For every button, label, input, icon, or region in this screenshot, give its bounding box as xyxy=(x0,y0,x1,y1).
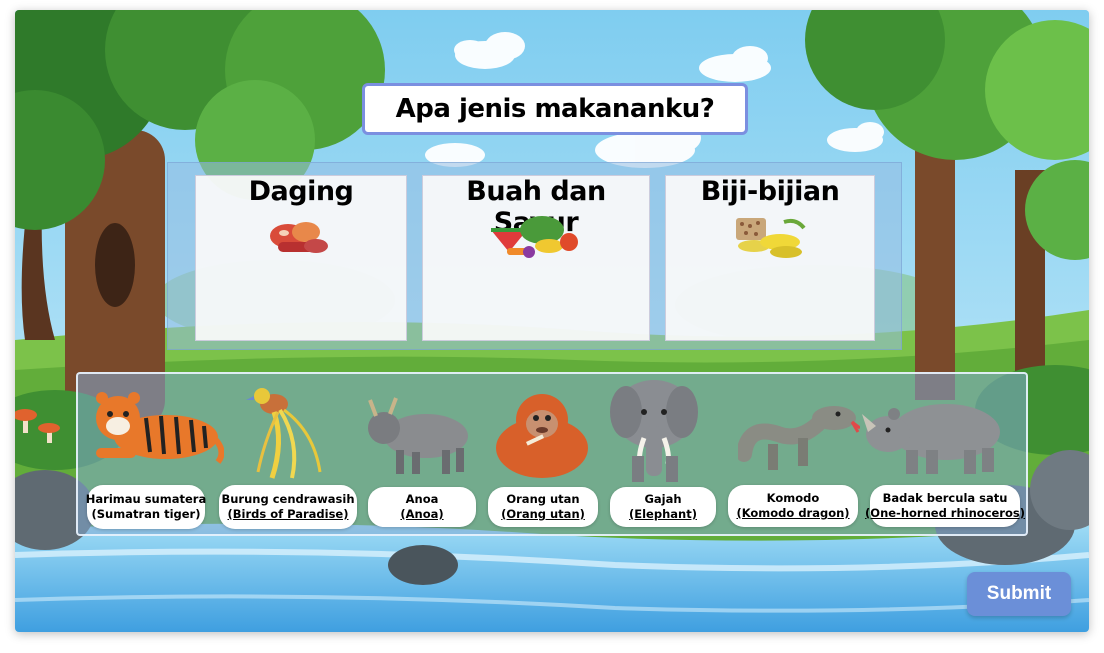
animal-label-komodo[interactable]: Komodo (Komodo dragon) xyxy=(728,485,858,527)
drop-zone-buah-dan-sayur[interactable]: Buah dan Sayur xyxy=(422,175,650,341)
animal-english-name: (Sumatran tiger) xyxy=(91,507,201,521)
category-panel: Daging Buah dan Sayur xyxy=(167,162,902,350)
animal-label-orang-utan[interactable]: Orang utan (Orang utan) xyxy=(488,487,598,527)
game-frame: Apa jenis makananku? Daging Buah dan Say… xyxy=(15,10,1089,632)
fruits-vegetables-icon xyxy=(491,216,578,258)
question-title: Apa jenis makananku? xyxy=(395,94,715,124)
orangutan-icon[interactable] xyxy=(490,390,594,480)
animal-english-name: (Elephant) xyxy=(629,507,697,521)
animal-label-anoa[interactable]: Anoa (Anoa) xyxy=(368,487,476,527)
drop-zone-biji-bijian[interactable]: Biji-bijian xyxy=(665,175,875,341)
animal-label-burung-cendrawasih[interactable]: Burung cendrawasih (Birds of Paradise) xyxy=(219,485,357,529)
animal-name: Burung cendrawasih xyxy=(221,492,355,506)
grains-icon xyxy=(736,218,806,258)
komodo-icon[interactable] xyxy=(738,394,860,480)
animal-label-harimau-sumatera[interactable]: Harimau sumatera (Sumatran tiger) xyxy=(85,485,207,529)
animal-english-name: (One-horned rhinoceros) xyxy=(865,506,1025,520)
animal-english-name: (Birds of Paradise) xyxy=(227,507,349,521)
question-title-box: Apa jenis makananku? xyxy=(362,83,748,135)
animal-name: Badak bercula satu xyxy=(882,491,1008,505)
animal-english-name: (Komodo dragon) xyxy=(736,506,850,520)
animal-english-name: (Anoa) xyxy=(400,507,444,521)
category-label-daging: Daging xyxy=(248,176,354,207)
anoa-icon[interactable] xyxy=(356,396,476,478)
tiger-icon[interactable] xyxy=(86,382,224,468)
animal-name: Harimau sumatera xyxy=(85,492,207,506)
bird-of-paradise-icon[interactable] xyxy=(244,382,324,482)
rhinoceros-icon[interactable] xyxy=(860,392,1006,478)
animal-label-badak-bercula-satu[interactable]: Badak bercula satu (One-horned rhinocero… xyxy=(865,485,1025,527)
animal-name: Anoa xyxy=(405,492,439,506)
animal-english-name: (Orang utan) xyxy=(501,507,585,521)
meat-icon xyxy=(270,222,328,253)
category-label-biji-bijian: Biji-bijian xyxy=(700,176,840,207)
animal-tray: Harimau sumatera (Sumatran tiger) Burung… xyxy=(76,372,1028,536)
animal-label-gajah[interactable]: Gajah (Elephant) xyxy=(610,487,716,527)
drop-zone-daging[interactable]: Daging xyxy=(195,175,407,341)
animal-name: Komodo xyxy=(766,491,820,505)
animal-name: Orang utan xyxy=(506,492,580,506)
submit-button[interactable]: Submit xyxy=(967,572,1071,616)
elephant-icon[interactable] xyxy=(608,376,700,486)
animal-name: Gajah xyxy=(644,492,682,506)
